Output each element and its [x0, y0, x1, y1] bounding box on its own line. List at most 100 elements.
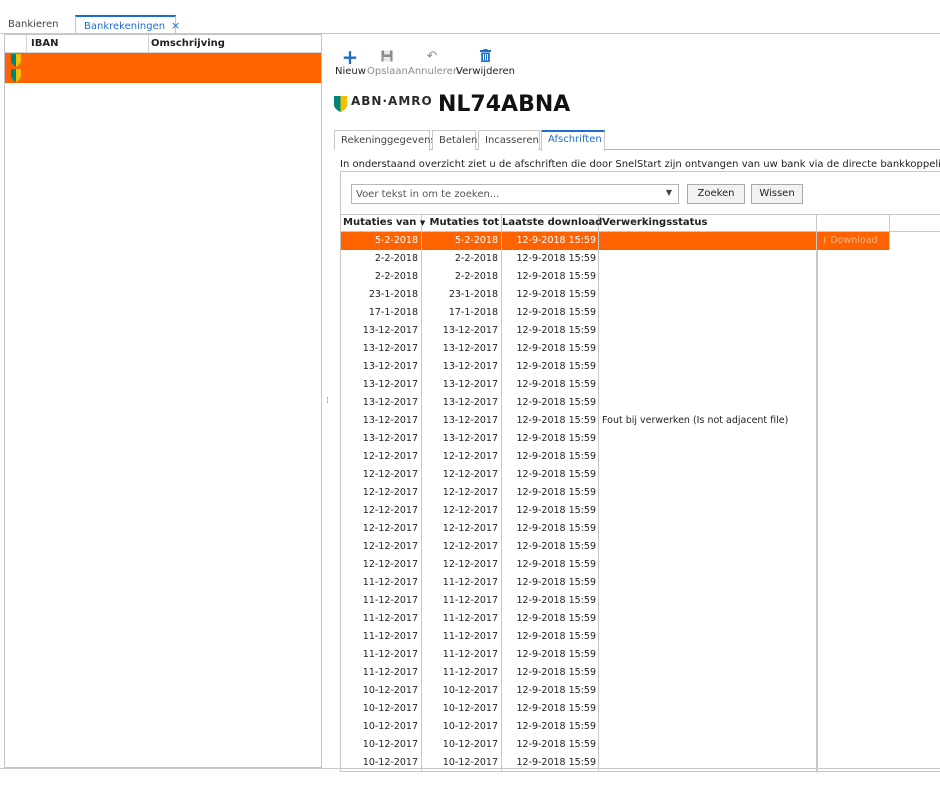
table-row[interactable]: 2-2-2018 2-2-2018 12-9-2018 15:59 — [341, 250, 940, 268]
column-header-mutaties-tot[interactable]: Mutaties tot — [422, 215, 502, 232]
column-header-verwerkingsstatus[interactable]: Verwerkingsstatus — [599, 215, 817, 232]
table-row[interactable]: 23-1-2018 23-1-2018 12-9-2018 15:59 — [341, 286, 940, 304]
cell-mutaties-tot: 10-12-2017 — [422, 682, 502, 700]
table-row[interactable]: 10-12-2017 10-12-2017 12-9-2018 15:59 — [341, 718, 940, 736]
cell-laatste-download: 12-9-2018 15:59 — [502, 646, 599, 664]
cell-laatste-download: 12-9-2018 15:59 — [502, 358, 599, 376]
clear-button[interactable]: Wissen — [751, 184, 803, 204]
table-row[interactable]: 12-12-2017 12-12-2017 12-9-2018 15:59 — [341, 448, 940, 466]
cell-mutaties-van: 11-12-2017 — [341, 610, 422, 628]
column-header-iban[interactable]: IBAN — [31, 35, 149, 53]
cell-mutaties-van: 12-12-2017 — [341, 556, 422, 574]
close-icon[interactable]: × — [171, 19, 180, 32]
table-row[interactable]: 12-12-2017 12-12-2017 12-9-2018 15:59 — [341, 502, 940, 520]
cell-laatste-download: 12-9-2018 15:59 — [502, 664, 599, 682]
cell-mutaties-tot: 5-2-2018 — [422, 232, 502, 250]
delete-button[interactable]: Verwijderen — [456, 48, 515, 77]
cell-mutaties-van: 10-12-2017 — [341, 700, 422, 718]
table-row[interactable]: 17-1-2018 17-1-2018 12-9-2018 15:59 — [341, 304, 940, 322]
save-button[interactable]: Opslaan — [367, 48, 408, 77]
page-title: NL74ABNA — [438, 92, 571, 117]
table-row[interactable]: 11-12-2017 11-12-2017 12-9-2018 15:59 — [341, 664, 940, 682]
cell-laatste-download: 12-9-2018 15:59 — [502, 718, 599, 736]
tab-afschriften[interactable]: Afschriften — [541, 130, 605, 151]
table-row[interactable]: 11-12-2017 11-12-2017 12-9-2018 15:59 — [341, 592, 940, 610]
table-row[interactable]: 12-12-2017 12-12-2017 12-9-2018 15:59 — [341, 520, 940, 538]
cell-verwerkingsstatus — [599, 646, 817, 664]
chevron-down-icon[interactable]: ▼ — [666, 188, 672, 197]
table-row[interactable]: 10-12-2017 10-12-2017 12-9-2018 15:59 — [341, 700, 940, 718]
column-header-omschrijving[interactable]: Omschrijving — [151, 35, 225, 53]
table-row[interactable]: 12-12-2017 12-12-2017 12-9-2018 15:59 — [341, 538, 940, 556]
account-list: IBAN Omschrijving — [4, 34, 322, 768]
cell-mutaties-tot: 11-12-2017 — [422, 646, 502, 664]
cell-verwerkingsstatus — [599, 466, 817, 484]
cell-laatste-download: 12-9-2018 15:59 — [502, 556, 599, 574]
table-row[interactable]: 10-12-2017 10-12-2017 12-9-2018 15:59 — [341, 682, 940, 700]
cell-verwerkingsstatus — [599, 340, 817, 358]
account-row[interactable] — [5, 53, 321, 68]
new-button-label: Nieuw — [335, 66, 366, 77]
table-row[interactable]: 13-12-2017 13-12-2017 12-9-2018 15:59 — [341, 358, 940, 376]
cell-laatste-download: 12-9-2018 15:59 — [502, 628, 599, 646]
table-row[interactable]: 12-12-2017 12-12-2017 12-9-2018 15:59 — [341, 484, 940, 502]
table-row[interactable]: 13-12-2017 13-12-2017 12-9-2018 15:59 — [341, 340, 940, 358]
column-header-laatste-download[interactable]: Laatste download — [502, 215, 602, 232]
table-row[interactable]: 11-12-2017 11-12-2017 12-9-2018 15:59 — [341, 574, 940, 592]
table-row[interactable]: 10-12-2017 10-12-2017 12-9-2018 15:59 — [341, 754, 940, 772]
new-button[interactable]: + Nieuw — [335, 47, 366, 77]
cell-verwerkingsstatus — [599, 664, 817, 682]
statements-panel: ▼ Zoeken Wissen Mutaties van ▼ Mutaties … — [340, 171, 940, 773]
table-row[interactable]: 12-12-2017 12-12-2017 12-9-2018 15:59 — [341, 556, 940, 574]
table-row[interactable]: 5-2-2018 5-2-2018 12-9-2018 15:59 ⭳ Download — [341, 232, 940, 250]
cell-mutaties-van: 12-12-2017 — [341, 484, 422, 502]
table-row[interactable]: 11-12-2017 11-12-2017 12-9-2018 15:59 — [341, 646, 940, 664]
cell-mutaties-van: 13-12-2017 — [341, 412, 422, 430]
table-row[interactable]: 12-12-2017 12-12-2017 12-9-2018 15:59 — [341, 466, 940, 484]
save-button-label: Opslaan — [367, 66, 408, 77]
table-row[interactable]: 11-12-2017 11-12-2017 12-9-2018 15:59 — [341, 610, 940, 628]
tab-rekeninggegevens[interactable]: Rekeninggegevens — [334, 130, 436, 150]
table-row[interactable]: 11-12-2017 11-12-2017 12-9-2018 15:59 — [341, 628, 940, 646]
account-row[interactable] — [5, 68, 321, 83]
table-row[interactable]: 13-12-2017 13-12-2017 12-9-2018 15:59 — [341, 376, 940, 394]
account-detail: + Nieuw Opslaan ↶ Annuleren Verwijderen … — [330, 34, 940, 773]
abn-amro-logo-icon — [334, 96, 347, 112]
statements-grid: Mutaties van ▼ Mutaties tot Laatste down… — [341, 214, 940, 773]
cell-verwerkingsstatus — [599, 628, 817, 646]
cell-laatste-download: 12-9-2018 15:59 — [502, 736, 599, 754]
tab-bankieren[interactable]: Bankieren — [0, 15, 70, 34]
cancel-button[interactable]: ↶ Annuleren — [408, 48, 460, 77]
search-button[interactable]: Zoeken — [687, 184, 745, 204]
tab-betalen[interactable]: Betalen — [432, 130, 477, 150]
cell-mutaties-tot: 10-12-2017 — [422, 718, 502, 736]
table-row[interactable]: 13-12-2017 13-12-2017 12-9-2018 15:59 — [341, 394, 940, 412]
tab-bankrekeningen[interactable]: Bankrekeningen × — [75, 15, 180, 34]
cell-verwerkingsstatus — [599, 232, 817, 250]
download-button[interactable]: ⭳ Download — [817, 232, 890, 250]
search-input[interactable] — [354, 186, 654, 202]
table-row[interactable]: 2-2-2018 2-2-2018 12-9-2018 15:59 — [341, 268, 940, 286]
table-row[interactable]: 13-12-2017 13-12-2017 12-9-2018 15:59 — [341, 322, 940, 340]
table-row[interactable]: 10-12-2017 10-12-2017 12-9-2018 15:59 — [341, 736, 940, 754]
cell-mutaties-tot: 11-12-2017 — [422, 610, 502, 628]
tab-incasseren[interactable]: Incasseren — [478, 130, 540, 150]
column-header-mutaties-van[interactable]: Mutaties van ▼ — [341, 215, 425, 232]
table-row[interactable]: 13-12-2017 13-12-2017 12-9-2018 15:59 Fout … — [341, 412, 940, 430]
cell-mutaties-van: 13-12-2017 — [341, 394, 422, 412]
account-row-cells — [27, 68, 321, 83]
cell-mutaties-tot: 11-12-2017 — [422, 574, 502, 592]
cell-mutaties-van: 12-12-2017 — [341, 538, 422, 556]
cancel-button-label: Annuleren — [408, 66, 460, 77]
search-combo[interactable]: ▼ — [351, 184, 679, 204]
cell-laatste-download: 12-9-2018 15:59 — [502, 466, 599, 484]
cell-mutaties-van: 10-12-2017 — [341, 718, 422, 736]
cell-verwerkingsstatus — [599, 268, 817, 286]
cell-mutaties-tot: 13-12-2017 — [422, 358, 502, 376]
row-selector-header — [5, 35, 27, 53]
table-row[interactable]: 13-12-2017 13-12-2017 12-9-2018 15:59 — [341, 430, 940, 448]
cell-verwerkingsstatus — [599, 304, 817, 322]
splitter-handle[interactable]: ⁞ — [326, 396, 329, 406]
grid-body: 5-2-2018 5-2-2018 12-9-2018 15:59 ⭳ Download… — [341, 232, 940, 773]
cell-mutaties-van: 12-12-2017 — [341, 466, 422, 484]
